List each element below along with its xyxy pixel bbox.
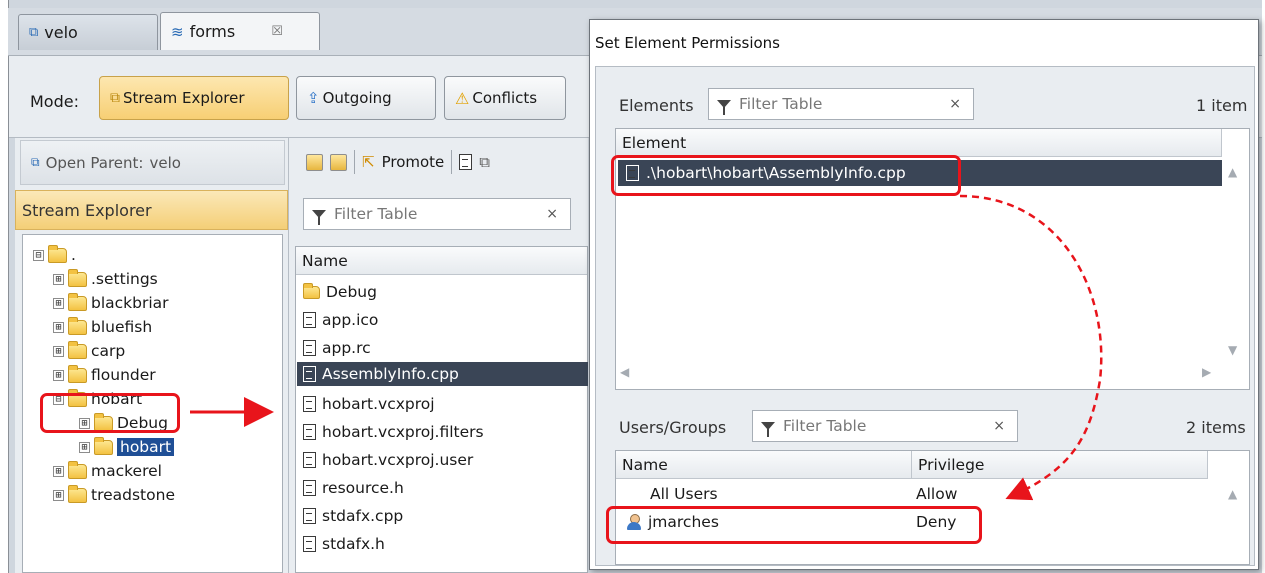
arrow-to-user: [959, 194, 1103, 501]
annotation-arrows: [190, 194, 1103, 501]
